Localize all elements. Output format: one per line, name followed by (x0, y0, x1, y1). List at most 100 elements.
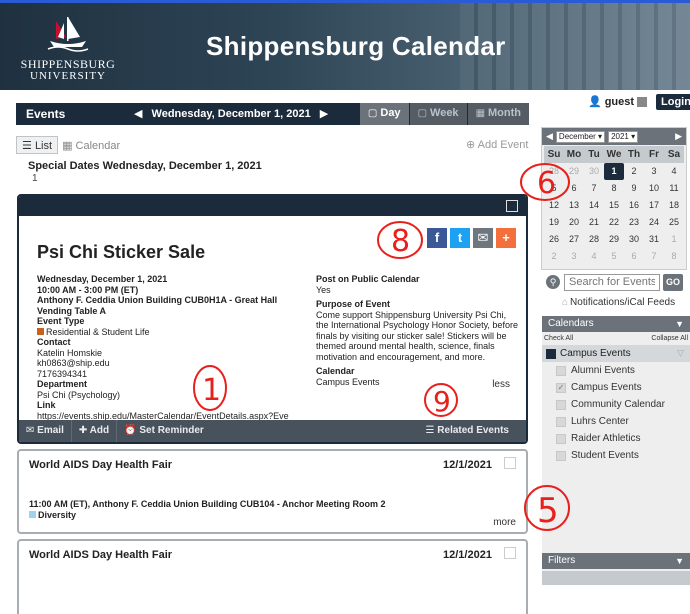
related-events-button[interactable]: ☰ Related Events (419, 420, 516, 442)
event-card-title[interactable]: World AIDS Day Health Fair (29, 459, 172, 471)
checkbox-icon[interactable] (556, 433, 566, 444)
prev-month-icon[interactable]: ◀ (546, 131, 553, 142)
list-view-button[interactable]: ☰ List (16, 136, 59, 154)
tab-week[interactable]: ▢ Week (409, 103, 467, 125)
checkbox-checked-icon[interactable]: ✓ (556, 382, 566, 393)
calendar-day[interactable]: 30 (624, 231, 644, 248)
calendar-day[interactable]: 29 (604, 231, 624, 248)
calendar-day[interactable]: 5 (604, 248, 624, 265)
calendar-day[interactable]: 3 (564, 248, 584, 265)
calendar-day[interactable]: 1 (664, 231, 684, 248)
calendar-day[interactable]: 6 (624, 248, 644, 265)
calendars-panel-header[interactable]: Calendars ▼ (542, 316, 690, 332)
university-logo[interactable]: SHIPPENSBURG UNIVERSITY (18, 15, 118, 83)
next-day-button[interactable]: ▶ (320, 107, 328, 120)
notifications-label: Notifications/iCal Feeds (570, 297, 676, 308)
set-reminder-button[interactable]: ⏰ Set Reminder (117, 420, 211, 442)
search-go-button[interactable]: GO (663, 273, 683, 291)
event-card-info: 11:00 AM (ET), Anthony F. Ceddia Union B… (29, 499, 386, 520)
month-select[interactable]: December ▾ (555, 130, 606, 143)
less-link[interactable]: less (492, 379, 510, 390)
calendar-item[interactable]: Alumni Events (542, 362, 690, 379)
year-select[interactable]: 2021 ▾ (608, 130, 639, 143)
more-link[interactable]: more (493, 517, 516, 528)
fullscreen-icon[interactable] (506, 200, 518, 212)
next-month-icon[interactable]: ▶ (675, 131, 682, 142)
tab-month[interactable]: ▦ Month (467, 103, 529, 125)
tab-day[interactable]: ▢ Day (359, 103, 409, 125)
calendar-day[interactable]: 1 (604, 163, 624, 180)
calendar-day[interactable]: 22 (604, 214, 624, 231)
calendar-day[interactable]: 21 (584, 214, 604, 231)
calendar-day[interactable]: 4 (664, 163, 684, 180)
calendar-day[interactable]: 3 (644, 163, 664, 180)
calendar-day[interactable]: 27 (564, 231, 584, 248)
prev-day-button[interactable]: ◀ (134, 107, 142, 120)
calendar-day[interactable]: 10 (644, 180, 664, 197)
email-event-button[interactable]: ✉ Email (19, 420, 72, 442)
month-calendar-icon: ▦ (475, 108, 486, 119)
notifications-link[interactable]: ⌂ Notifications/iCal Feeds (562, 297, 675, 308)
filters-panel-header[interactable]: Filters ▼ (542, 553, 690, 569)
calendar-day[interactable]: 7 (584, 180, 604, 197)
calendar-day[interactable]: 2 (544, 248, 564, 265)
calendar-item[interactable]: Luhrs Center (542, 413, 690, 430)
calendar-day[interactable]: 12 (544, 197, 564, 214)
calendar-day[interactable]: 6 (564, 180, 584, 197)
calendar-day[interactable]: 4 (584, 248, 604, 265)
calendar-day[interactable]: 26 (544, 231, 564, 248)
calendar-item[interactable]: Raider Athletics (542, 430, 690, 447)
calendar-day[interactable]: 2 (624, 163, 644, 180)
calendar-day[interactable]: 7 (644, 248, 664, 265)
calendar-day[interactable]: 28 (584, 231, 604, 248)
more-share-icon[interactable]: + (496, 228, 516, 248)
calendar-item[interactable]: ✓ Campus Events (542, 379, 690, 396)
calendar-day[interactable]: 25 (664, 214, 684, 231)
collapse-all-link[interactable]: Collapse All (651, 335, 688, 342)
calendar-day[interactable]: 29 (564, 163, 584, 180)
facebook-share-icon[interactable]: f (427, 228, 447, 248)
calendar-day[interactable]: 8 (604, 180, 624, 197)
check-all-link[interactable]: Check All (544, 335, 573, 342)
calendar-day[interactable]: 16 (624, 197, 644, 214)
calendar-day[interactable]: 14 (584, 197, 604, 214)
add-to-calendar-button[interactable]: ✚ Add (72, 420, 118, 442)
event-card-title[interactable]: World AIDS Day Health Fair (29, 549, 172, 561)
add-event-button[interactable]: ⊕ Add Event (466, 138, 528, 151)
calendar-day[interactable]: 11 (664, 180, 684, 197)
event-card[interactable]: World AIDS Day Health Fair 12/1/2021 11:… (17, 449, 528, 534)
email-share-icon[interactable]: ✉ (473, 228, 493, 248)
checkbox-icon[interactable] (556, 450, 566, 461)
checkbox-icon[interactable] (556, 365, 566, 376)
calendar-item[interactable]: Community Calendar (542, 396, 690, 413)
calendar-day[interactable]: 23 (624, 214, 644, 231)
calendar-item[interactable]: Student Events (542, 447, 690, 464)
calendar-day[interactable]: 31 (644, 231, 664, 248)
contact-email[interactable]: kh0863@ship.edu (37, 358, 292, 369)
checkbox-icon[interactable] (556, 416, 566, 427)
calendar-day[interactable]: 13 (564, 197, 584, 214)
mini-calendar-grid: Su Mo Tu We Th Fr Sa 28 29 30 1 2 3 4 5 6 7 8 9 10 11 12 13 14 1… (542, 145, 686, 266)
twitter-share-icon[interactable]: t (450, 228, 470, 248)
search-input[interactable] (564, 273, 660, 291)
calendar-view-button[interactable]: ▦ Calendar (62, 139, 120, 152)
login-button[interactable]: Login (656, 94, 690, 110)
calendar-day[interactable]: 20 (564, 214, 584, 231)
calendar-day[interactable]: 28 (544, 163, 564, 180)
event-card[interactable]: World AIDS Day Health Fair 12/1/2021 (17, 539, 528, 614)
expand-event-icon[interactable] (504, 547, 516, 559)
calendar-day[interactable]: 15 (604, 197, 624, 214)
calendar-day[interactable]: 30 (584, 163, 604, 180)
checkbox-icon[interactable] (556, 399, 566, 410)
user-menu[interactable]: 👤 guest (588, 95, 648, 108)
calendar-day[interactable]: 18 (664, 197, 684, 214)
calendar-day[interactable]: 9 (624, 180, 644, 197)
calendar-day[interactable]: 5 (544, 180, 564, 197)
calendar-day[interactable]: 19 (544, 214, 564, 231)
calendar-group-campus-events[interactable]: Campus Events ▽ (542, 345, 690, 362)
calendar-day[interactable]: 8 (664, 248, 684, 265)
calendar-day[interactable]: 24 (644, 214, 664, 231)
special-dates-count[interactable]: 1 (32, 173, 38, 184)
expand-event-icon[interactable] (504, 457, 516, 469)
calendar-day[interactable]: 17 (644, 197, 664, 214)
